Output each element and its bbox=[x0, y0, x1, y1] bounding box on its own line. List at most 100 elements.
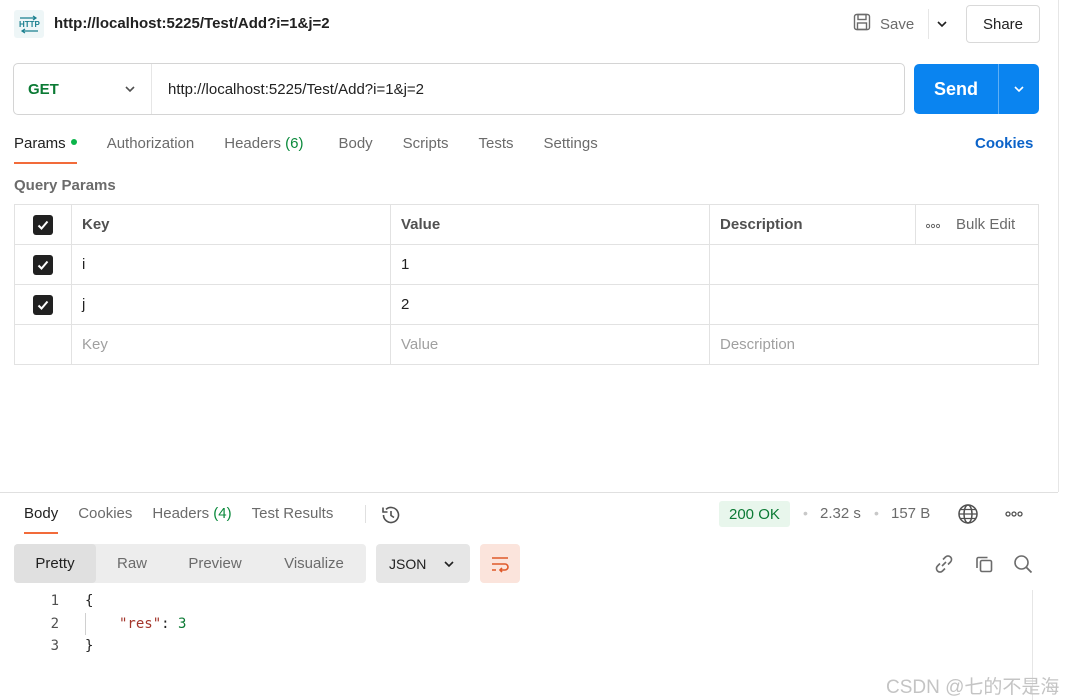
json-key: "res" bbox=[119, 615, 162, 632]
line-number: 3 bbox=[50, 638, 59, 654]
description-column-header: Description bbox=[709, 204, 916, 245]
code-line: 3} bbox=[30, 635, 186, 658]
method-select[interactable]: GET bbox=[14, 64, 152, 114]
response-tab-cookies[interactable]: Cookies bbox=[78, 502, 132, 534]
code-line: 1{ bbox=[30, 590, 186, 613]
copy-icon[interactable] bbox=[972, 552, 996, 576]
tab-body[interactable]: Body bbox=[338, 132, 372, 164]
tab-scripts[interactable]: Scripts bbox=[403, 132, 449, 164]
response-tab-headers[interactable]: Headers (4) bbox=[152, 502, 231, 534]
row-checkbox-cell bbox=[14, 284, 72, 325]
tab-params[interactable]: Params bbox=[14, 132, 77, 164]
tab-authorization[interactable]: Authorization bbox=[107, 132, 195, 164]
tab-headers[interactable]: Headers (6) bbox=[224, 132, 303, 164]
view-preview[interactable]: Preview bbox=[168, 544, 262, 583]
query-params-table: Key Value Description Bulk Edit i 1 j 2 … bbox=[14, 204, 1039, 365]
format-label: JSON bbox=[389, 555, 427, 572]
param-key-cell[interactable]: j bbox=[71, 284, 391, 325]
more-options-icon[interactable] bbox=[925, 216, 941, 233]
response-tabs: Body Cookies Headers (4) Test Results bbox=[24, 502, 333, 534]
pane-divider-vertical bbox=[1058, 0, 1059, 492]
query-params-label: Query Params bbox=[14, 177, 116, 194]
search-icon[interactable] bbox=[1011, 552, 1035, 576]
view-mode-toggle: Pretty Raw Preview Visualize bbox=[14, 544, 366, 583]
view-visualize[interactable]: Visualize bbox=[262, 544, 366, 583]
key-column-header: Key bbox=[71, 204, 391, 245]
send-button[interactable]: Send bbox=[914, 64, 1039, 114]
select-all-cell bbox=[14, 204, 72, 245]
response-size[interactable]: 157 B bbox=[891, 505, 930, 522]
new-param-row: Key Value Description bbox=[14, 324, 1039, 365]
row-checkbox[interactable] bbox=[33, 254, 53, 275]
select-all-checkbox[interactable] bbox=[33, 214, 53, 235]
chevron-down-icon bbox=[444, 560, 454, 567]
bulk-edit-label: Bulk Edit bbox=[956, 216, 1016, 233]
row-checkbox[interactable] bbox=[33, 294, 53, 315]
word-wrap-icon[interactable] bbox=[480, 544, 520, 583]
close-brace: } bbox=[85, 638, 94, 654]
share-button[interactable]: Share bbox=[966, 5, 1040, 43]
value-column-header: Value bbox=[390, 204, 710, 245]
more-options-icon[interactable] bbox=[1002, 503, 1026, 525]
save-options-chevron-down-icon[interactable] bbox=[928, 9, 955, 39]
request-tabs: Params Authorization Headers (6) Body Sc… bbox=[14, 132, 598, 164]
save-icon bbox=[852, 12, 872, 36]
format-select[interactable]: JSON bbox=[376, 544, 470, 583]
headers-count: (6) bbox=[285, 135, 304, 152]
save-label: Save bbox=[880, 15, 915, 33]
pane-divider-horizontal[interactable] bbox=[0, 492, 1058, 493]
send-label: Send bbox=[914, 64, 999, 114]
row-checkbox-cell bbox=[14, 244, 72, 285]
globe-icon[interactable] bbox=[957, 503, 979, 525]
request-bar: GET bbox=[13, 63, 905, 115]
url-input[interactable] bbox=[152, 63, 904, 115]
separator bbox=[365, 505, 366, 523]
bulk-edit-button[interactable]: Bulk Edit bbox=[925, 216, 1028, 233]
table-row: j 2 bbox=[14, 284, 1039, 325]
response-headers-label: Headers bbox=[152, 505, 210, 522]
empty-checkbox-cell bbox=[14, 324, 72, 365]
line-number: 1 bbox=[50, 593, 59, 609]
cookies-link[interactable]: Cookies bbox=[975, 135, 1033, 152]
http-request-icon: HTTP bbox=[14, 10, 44, 38]
chevron-down-icon bbox=[125, 86, 135, 93]
method-label: GET bbox=[28, 80, 59, 98]
param-value-cell[interactable]: 1 bbox=[390, 244, 710, 285]
save-button[interactable]: Save bbox=[852, 9, 914, 39]
status-badge[interactable]: 200 OK bbox=[719, 501, 790, 527]
response-tab-test-results[interactable]: Test Results bbox=[252, 502, 334, 534]
history-icon[interactable] bbox=[379, 503, 403, 527]
json-colon: : bbox=[161, 615, 179, 632]
code-line: 2 "res": 3 bbox=[30, 612, 187, 636]
indent-guide bbox=[85, 612, 86, 635]
param-description-cell[interactable] bbox=[709, 284, 1039, 325]
table-row: i 1 bbox=[14, 244, 1039, 285]
key-placeholder[interactable]: Key bbox=[71, 324, 391, 365]
param-value-cell[interactable]: 2 bbox=[390, 284, 710, 325]
tab-params-label: Params bbox=[14, 135, 66, 152]
open-brace: { bbox=[85, 593, 94, 609]
description-placeholder[interactable]: Description bbox=[709, 324, 1039, 365]
param-description-cell[interactable] bbox=[709, 244, 1039, 285]
tab-headers-label: Headers bbox=[224, 135, 281, 152]
response-tab-body[interactable]: Body bbox=[24, 502, 59, 534]
line-number: 2 bbox=[50, 615, 59, 632]
send-options-chevron-down-icon[interactable] bbox=[999, 64, 1039, 114]
meta-separator-dot: • bbox=[874, 505, 879, 521]
response-body-viewer[interactable]: 1{ 2 "res": 3 3} bbox=[30, 590, 187, 658]
link-icon[interactable] bbox=[932, 552, 956, 576]
tab-tests[interactable]: Tests bbox=[479, 132, 514, 164]
value-placeholder[interactable]: Value bbox=[390, 324, 710, 365]
params-active-dot bbox=[70, 139, 77, 146]
json-value: 3 bbox=[178, 615, 187, 632]
view-pretty[interactable]: Pretty bbox=[14, 544, 96, 583]
request-tab-title[interactable]: http://localhost:5225/Test/Add?i=1&j=2 bbox=[54, 15, 330, 32]
param-key-cell[interactable]: i bbox=[71, 244, 391, 285]
bulk-edit-cell: Bulk Edit bbox=[915, 204, 1039, 245]
tab-settings[interactable]: Settings bbox=[544, 132, 598, 164]
watermark: CSDN @七的不是海 bbox=[886, 677, 1060, 698]
response-headers-count: (4) bbox=[213, 505, 232, 522]
response-time[interactable]: 2.32 s bbox=[820, 505, 861, 522]
view-raw[interactable]: Raw bbox=[96, 544, 168, 583]
table-header-row: Key Value Description Bulk Edit bbox=[14, 204, 1039, 245]
